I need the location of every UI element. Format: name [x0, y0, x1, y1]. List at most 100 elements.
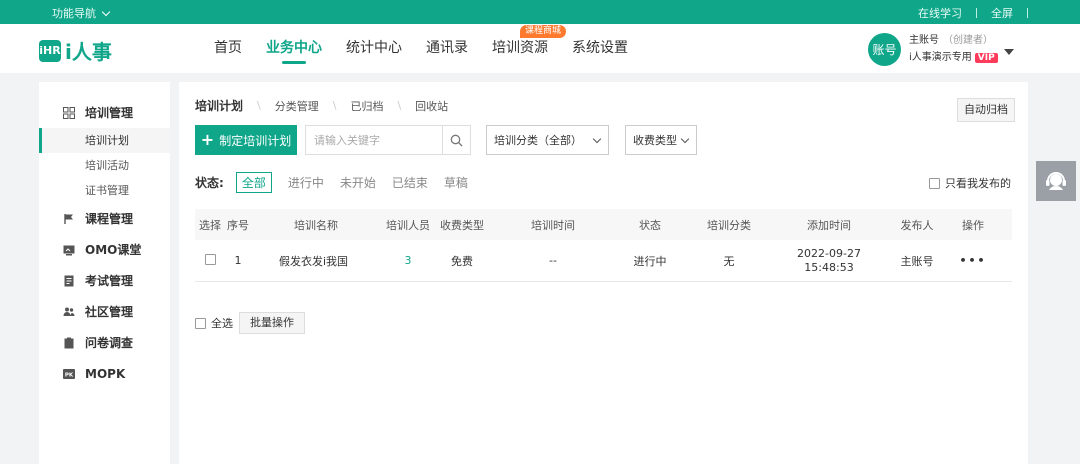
select-all-label: 全选: [211, 317, 233, 330]
row-status: 进行中: [633, 254, 667, 268]
sidebar: 培训管理 培训计划 培训活动 证书管理 课程管理 OMO课堂 考试管理 社区管理…: [39, 82, 170, 464]
nav-contacts[interactable]: 通讯录: [426, 24, 468, 73]
nav-home[interactable]: 首页: [214, 24, 242, 73]
user-name: 主账号: [909, 35, 939, 46]
status-ended[interactable]: 已结束: [392, 174, 428, 191]
training-plan-table: 选择 序号 培训名称 培训人员 收费类型 培训时间 状态 培训分类 添加时间 发…: [195, 209, 1012, 282]
status-not-started[interactable]: 未开始: [340, 174, 376, 191]
row-time: --: [549, 254, 557, 267]
category-select-value: 培训分类（全部）: [494, 134, 582, 147]
course-mall-badge: 课程商城: [520, 25, 567, 38]
create-training-plan-label: 制定培训计划: [219, 133, 292, 148]
search-button[interactable]: [442, 126, 470, 154]
search-icon: [450, 134, 463, 146]
col-name: 培训名称: [294, 218, 338, 232]
category-select[interactable]: 培训分类（全部）: [486, 125, 609, 155]
col-time: 培训时间: [531, 218, 575, 232]
auto-archive-button[interactable]: 自动归档: [957, 98, 1015, 122]
fee-type-select[interactable]: 收费类型: [625, 125, 697, 155]
checkbox[interactable]: [929, 177, 940, 189]
status-in-progress[interactable]: 进行中: [288, 174, 324, 191]
status-filter: 状态: 全部 进行中 未开始 已结束 草稿: [195, 172, 484, 193]
row-name[interactable]: 假发衣发i我国: [251, 253, 381, 269]
sub-tabs: 培训计划 \ 分类管理 \ 已归档 \ 回收站: [195, 97, 448, 114]
row-staff-link[interactable]: 3: [381, 254, 435, 267]
user-role: （创建者）: [943, 35, 993, 46]
search-box: [305, 125, 471, 155]
logo-mark: iHR: [39, 39, 61, 62]
sidebar-group-omo[interactable]: OMO课堂: [39, 234, 170, 265]
nav-system-settings[interactable]: 系统设置: [572, 24, 628, 73]
col-number: 序号: [227, 218, 249, 232]
sidebar-group-survey[interactable]: 问卷调查: [39, 327, 170, 358]
top-strip: 功能导航 在线学习 全屏: [0, 0, 1080, 24]
row-checkbox[interactable]: [204, 253, 216, 265]
status-all[interactable]: 全部: [235, 172, 272, 193]
row-select-cell: [195, 253, 225, 268]
company-name: i人事演示专用: [909, 52, 972, 63]
nav-training-resources[interactable]: 培训资源 课程商城: [492, 24, 567, 73]
col-staff: 培训人员: [386, 218, 430, 232]
col-status: 状态: [639, 218, 661, 232]
logo[interactable]: iHR i人事: [39, 36, 112, 65]
select-all-checkbox[interactable]: 全选: [195, 315, 233, 331]
tab-category-management[interactable]: 分类管理: [275, 98, 319, 114]
col-fee: 收费类型: [440, 218, 484, 232]
main-panel: 培训计划 \ 分类管理 \ 已归档 \ 回收站 自动归档 + 制定培训计划 培训…: [179, 82, 1028, 464]
row-fee: 免费: [451, 254, 473, 268]
more-actions-icon[interactable]: •••: [951, 254, 995, 267]
sidebar-item-training-activity[interactable]: 培训活动: [39, 153, 170, 178]
sidebar-item-certificate[interactable]: 证书管理: [39, 178, 170, 203]
sidebar-item-training-plan[interactable]: 培训计划: [39, 128, 170, 153]
status-draft[interactable]: 草稿: [444, 174, 468, 191]
nav-statistics-center[interactable]: 统计中心: [346, 24, 402, 73]
nav-business-center[interactable]: 业务中心: [266, 24, 322, 73]
sidebar-group-course[interactable]: 课程管理: [39, 203, 170, 234]
user-menu[interactable]: 账号 主账号 （创建者） i人事演示专用 VIP: [868, 32, 1014, 67]
sidebar-group-exam[interactable]: 考试管理: [39, 265, 170, 296]
sidebar-group-mopk[interactable]: PK MOPK: [39, 358, 170, 389]
col-category: 培训分类: [707, 218, 751, 232]
row-added-time: 15:48:53: [804, 260, 854, 274]
tab-separator: \: [257, 99, 261, 112]
col-publisher: 发布人: [900, 218, 934, 232]
sidebar-group-label: 问卷调查: [85, 336, 134, 350]
sidebar-group-training[interactable]: 培训管理: [39, 97, 170, 128]
create-training-plan-button[interactable]: + 制定培训计划: [195, 125, 297, 155]
chevron-down-icon: [680, 134, 690, 144]
row-publisher: 主账号: [900, 254, 934, 268]
online-learning-link[interactable]: 在线学习: [918, 5, 962, 21]
divider: [1027, 8, 1028, 18]
grid-icon: [63, 106, 75, 119]
svg-text:PK: PK: [65, 372, 74, 378]
tab-archived[interactable]: 已归档: [350, 98, 383, 114]
tab-separator: \: [332, 99, 337, 112]
logo-text: i人事: [65, 40, 112, 64]
table-row: 1 假发衣发i我国 3 免费 -- 进行中 无 2022-09-27 15:48…: [195, 240, 1012, 282]
classroom-icon: [63, 244, 75, 256]
function-nav-toggle[interactable]: 功能导航: [52, 5, 111, 21]
header: iHR i人事 首页 业务中心 统计中心 通讯录 培训资源 课程商城 系统设置 …: [0, 24, 1080, 73]
only-mine-label: 只看我发布的: [945, 177, 1011, 190]
vip-badge: VIP: [974, 53, 998, 63]
customer-support-button[interactable]: [1036, 161, 1076, 201]
only-mine-checkbox[interactable]: 只看我发布的: [929, 175, 1011, 191]
tab-recycle-bin[interactable]: 回收站: [415, 98, 448, 114]
function-nav-label: 功能导航: [52, 7, 96, 20]
sidebar-group-label: MOPK: [85, 366, 126, 381]
table-footer: 全选 批量操作: [195, 312, 305, 334]
batch-operation-button[interactable]: 批量操作: [239, 312, 305, 334]
row-added: 2022-09-27 15:48:53: [775, 247, 883, 275]
checkbox[interactable]: [195, 317, 206, 329]
search-input[interactable]: [306, 126, 442, 154]
community-icon: [63, 306, 75, 318]
main-nav: 首页 业务中心 统计中心 通讯录 培训资源 课程商城 系统设置: [214, 24, 652, 73]
sidebar-group-label: 考试管理: [85, 274, 134, 288]
tab-training-plan[interactable]: 培训计划: [195, 97, 243, 114]
sidebar-group-community[interactable]: 社区管理: [39, 296, 170, 327]
status-label: 状态:: [195, 176, 224, 190]
fee-type-select-value: 收费类型: [633, 134, 677, 147]
sidebar-group-label: 课程管理: [85, 212, 134, 226]
row-added-date: 2022-09-27: [797, 246, 861, 260]
fullscreen-link[interactable]: 全屏: [991, 5, 1013, 21]
